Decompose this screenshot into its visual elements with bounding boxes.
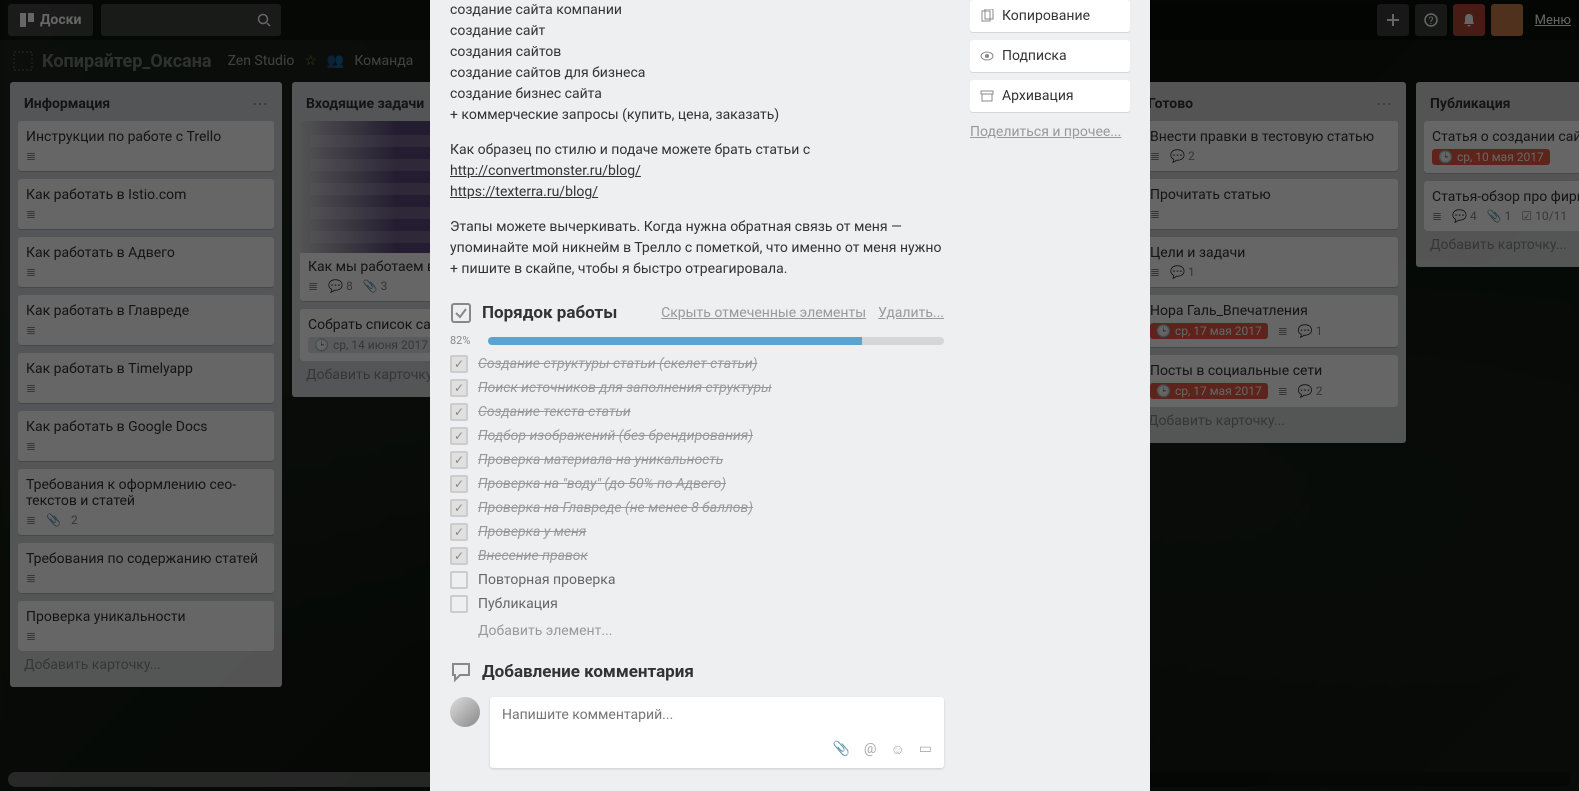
- delete-checklist-link[interactable]: Удалить...: [878, 305, 944, 321]
- checkbox[interactable]: [450, 427, 468, 445]
- emoji-icon[interactable]: ☺: [890, 741, 904, 758]
- checkbox[interactable]: [450, 499, 468, 517]
- checklist-item[interactable]: Проверка на "воду" (до 50% по Адвего): [450, 475, 944, 493]
- checklist-item-text: Повторная проверка: [478, 572, 615, 588]
- checklist-item-text: Проверка на Главреде (не менее 8 баллов): [478, 500, 753, 516]
- subscribe-button[interactable]: Подписка: [970, 40, 1130, 72]
- archive-icon: [980, 89, 994, 103]
- progress-percent: 82%: [450, 334, 478, 347]
- checkbox[interactable]: [450, 595, 468, 613]
- checklist-item-text: Подбор изображений (без брендирования): [478, 428, 753, 444]
- user-avatar: [450, 697, 480, 727]
- checkbox[interactable]: [450, 523, 468, 541]
- description-link[interactable]: https://texterra.ru/blog/: [450, 184, 598, 200]
- progress-bar: [488, 337, 944, 345]
- checklist-item-text: Проверка у меня: [478, 524, 586, 540]
- checklist-item[interactable]: Проверка материала на уникальность: [450, 451, 944, 469]
- checklist-item[interactable]: Повторная проверка: [450, 571, 944, 589]
- checklist-icon: [450, 302, 472, 324]
- checklist-item-text: Создание структуры статьи (скелет статьи…: [478, 356, 757, 372]
- add-checklist-item[interactable]: Добавить элемент...: [478, 623, 944, 639]
- checklist-item-text: Создание текста статьи: [478, 404, 631, 420]
- attachment-icon[interactable]: 📎: [832, 741, 849, 758]
- checklist-item-text: Публикация: [478, 596, 558, 612]
- share-link[interactable]: Поделиться и прочее...: [970, 124, 1130, 140]
- copy-button[interactable]: Копирование: [970, 0, 1130, 32]
- checklist-item-text: Проверка материала на уникальность: [478, 452, 723, 468]
- copy-icon: [980, 9, 994, 23]
- checkbox[interactable]: [450, 451, 468, 469]
- checkbox[interactable]: [450, 475, 468, 493]
- card-icon[interactable]: ▭: [919, 741, 932, 758]
- comment-input-box[interactable]: 📎 @ ☺ ▭: [490, 697, 944, 768]
- card-modal: создание сайта компании создание сайт со…: [430, 0, 1150, 791]
- checklist-item[interactable]: Создание текста статьи: [450, 403, 944, 421]
- checklist-item-text: Поиск источников для заполнения структур…: [478, 380, 772, 396]
- hide-checked-link[interactable]: Скрыть отмеченные элементы: [661, 305, 866, 321]
- checkbox[interactable]: [450, 403, 468, 421]
- checkbox[interactable]: [450, 355, 468, 373]
- checklist-item[interactable]: Поиск источников для заполнения структур…: [450, 379, 944, 397]
- checkbox[interactable]: [450, 571, 468, 589]
- checklist-item-text: Внесение правок: [478, 548, 588, 564]
- checklist-item[interactable]: Создание структуры статьи (скелет статьи…: [450, 355, 944, 373]
- comment-input[interactable]: [502, 707, 932, 723]
- checklist-item[interactable]: Подбор изображений (без брендирования): [450, 427, 944, 445]
- comments-title: Добавление комментария: [482, 662, 694, 682]
- archive-button[interactable]: Архивация: [970, 80, 1130, 112]
- eye-icon: [980, 49, 994, 63]
- checklist-title: Порядок работы: [482, 303, 617, 323]
- card-description: создание сайта компании создание сайт со…: [450, 0, 944, 280]
- comment-icon: [450, 661, 472, 683]
- mention-icon[interactable]: @: [864, 741, 877, 758]
- checkbox[interactable]: [450, 547, 468, 565]
- checklist-item[interactable]: Публикация: [450, 595, 944, 613]
- checklist-item[interactable]: Проверка на Главреде (не менее 8 баллов): [450, 499, 944, 517]
- checkbox[interactable]: [450, 379, 468, 397]
- checklist-item[interactable]: Проверка у меня: [450, 523, 944, 541]
- checklist-item-text: Проверка на "воду" (до 50% по Адвего): [478, 476, 726, 492]
- checklist-item[interactable]: Внесение правок: [450, 547, 944, 565]
- description-link[interactable]: http://convertmonster.ru/blog/: [450, 163, 641, 179]
